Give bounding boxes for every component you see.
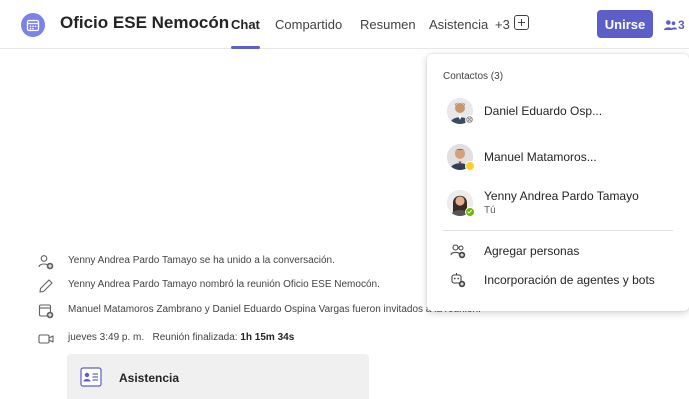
add-agents-bots-button[interactable]: Incorporación de agentes y bots [427,266,689,294]
page-title: Oficio ESE Nemocón [60,13,230,32]
meeting-end-time: jueves 3:49 p. m. [68,332,145,343]
attendance-card[interactable]: Asistencia [67,354,369,399]
active-tab-indicator [231,46,260,49]
participants-button[interactable]: 3 [664,14,689,36]
tab-compartido[interactable]: Compartido [275,17,342,32]
event-text: jueves 3:49 p. m. Reunión finalizada: 1h… [68,332,294,343]
meeting-header: Oficio ESE Nemocón Chat Compartido Resum… [0,0,689,49]
divider [443,230,673,231]
add-people-icon [450,243,466,259]
join-button[interactable]: Unirse [597,10,653,38]
presence-available-icon [465,207,475,217]
contact-name: Manuel Matamoros... [484,150,597,164]
calendar-icon[interactable] [21,13,45,37]
system-event: Yenny Andrea Pardo Tamayo se ha unido a … [38,252,335,272]
tab-asistencia[interactable]: Asistencia [429,17,488,32]
presence-offline-icon [465,115,475,125]
event-text: Manuel Matamoros Zambrano y Daniel Eduar… [68,304,481,315]
video-camera-icon [38,331,54,347]
contact-item[interactable]: Daniel Eduardo Osp... [427,91,689,131]
meeting-end-label: Reunión finalizada: [152,332,238,343]
system-event: Manuel Matamoros Zambrano y Daniel Eduar… [38,301,481,321]
participants-count: 3 [678,18,685,32]
system-event: Yenny Andrea Pardo Tamayo nombró la reun… [38,276,380,296]
tab-more[interactable]: +3 [495,17,510,32]
calendar-add-icon [38,303,54,319]
presence-away-icon [465,161,475,171]
add-tab-icon[interactable] [514,15,529,30]
attendance-report-icon [80,366,102,388]
contacts-header: Contactos (3) [443,71,504,82]
attendance-card-label: Asistencia [119,371,180,385]
contact-name: Daniel Eduardo Osp... [484,104,603,118]
person-add-icon [38,254,54,270]
add-agents-bots-label: Incorporación de agentes y bots [484,273,655,287]
contacts-popover: Contactos (3) Daniel Eduardo Osp... Manu… [427,54,689,311]
meeting-duration: 1h 15m 34s [240,332,295,343]
event-text: Yenny Andrea Pardo Tamayo se ha unido a … [68,255,335,266]
add-people-button[interactable]: Agregar personas [427,237,689,265]
pencil-icon [38,278,54,294]
tab-resumen[interactable]: Resumen [360,17,416,32]
bot-add-icon [450,272,466,288]
event-text: Yenny Andrea Pardo Tamayo nombró la reun… [68,279,380,290]
tab-chat[interactable]: Chat [231,17,260,32]
meeting-ended-event: jueves 3:49 p. m. Reunión finalizada: 1h… [38,329,294,349]
contact-item[interactable]: Manuel Matamoros... [427,137,689,177]
contact-name: Yenny Andrea Pardo Tamayo [484,189,639,203]
contact-item[interactable]: Yenny Andrea Pardo Tamayo Tú [427,183,689,223]
people-icon [664,19,677,30]
contact-self-label: Tú [484,205,496,216]
add-people-label: Agregar personas [484,244,580,258]
